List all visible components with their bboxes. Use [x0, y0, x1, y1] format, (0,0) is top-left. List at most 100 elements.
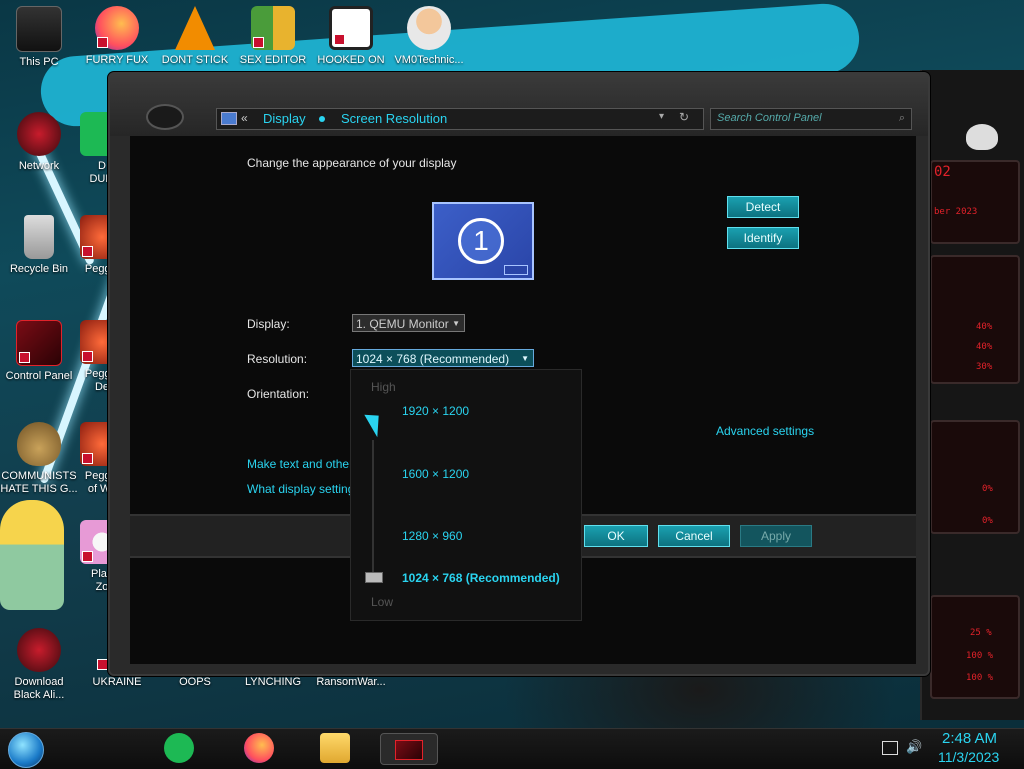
- disk-card: [930, 420, 1020, 534]
- cancel-button[interactable]: Cancel: [658, 525, 730, 547]
- net-stat-3: 100 %: [966, 673, 994, 683]
- desktop-icon-communists[interactable]: COMMUNISTS HATE THIS G...: [0, 422, 78, 496]
- net-stat-1: 25 %: [970, 628, 992, 638]
- desktop-icon-vm0technic[interactable]: VM0Technic...: [390, 6, 468, 67]
- ok-button[interactable]: OK: [584, 525, 648, 547]
- icon-label: Recycle Bin: [9, 263, 69, 275]
- identify-button[interactable]: Identify: [727, 227, 799, 249]
- monitor-dots-icon: [504, 265, 528, 275]
- file-explorer-taskbar-icon[interactable]: [320, 733, 350, 763]
- detect-button[interactable]: Detect: [727, 196, 799, 218]
- doctor-avatar-icon: [407, 6, 451, 50]
- icon-label: Control Panel: [5, 370, 73, 382]
- net-stat-2: 100 %: [966, 651, 994, 661]
- disk-stat-1: 0%: [982, 484, 993, 494]
- cartoon-character-image: [0, 500, 64, 610]
- display-settings-icon: [221, 112, 237, 125]
- desktop-icon-hooked-on[interactable]: HOOKED ON: [312, 6, 390, 67]
- icon-label: OOPS: [179, 676, 211, 688]
- control-panel-icon: [395, 740, 423, 760]
- network-tray-icon[interactable]: [882, 741, 898, 755]
- cpu-card: [930, 255, 1020, 384]
- resolution-dropdown: High 1920 × 1200 1600 × 1200 1280 × 960 …: [350, 369, 582, 621]
- back-chevron-icon[interactable]: «: [241, 111, 248, 125]
- breadcrumb-separator-icon: [319, 116, 325, 122]
- firefox-icon: [95, 6, 139, 50]
- dropdown-high-label: High: [371, 380, 396, 394]
- desktop-icon-network[interactable]: Network: [0, 112, 78, 173]
- maze-icon: [329, 6, 373, 50]
- icon-label: COMMUNISTS HATE THIS G...: [0, 470, 78, 495]
- alien-app-icon: [17, 628, 61, 672]
- date-day: 02: [934, 164, 951, 180]
- page-heading: Change the appearance of your display: [247, 156, 457, 170]
- icon-label: HOOKED ON: [317, 54, 385, 66]
- orientation-label: Orientation:: [247, 387, 310, 401]
- spotify-taskbar-icon[interactable]: [164, 733, 194, 763]
- text-size-link[interactable]: Make text and other: [247, 457, 353, 471]
- display-select[interactable]: 1. QEMU Monitor ▼: [352, 314, 465, 332]
- search-placeholder: Search Control Panel: [717, 112, 822, 124]
- address-dropdown-icon[interactable]: ▾: [659, 111, 664, 122]
- date-month: ber 2023: [934, 207, 978, 217]
- search-input[interactable]: Search Control Panel ⌕: [710, 108, 912, 130]
- alien-logo-icon: [966, 124, 998, 150]
- resolution-option[interactable]: 1280 × 960: [402, 529, 462, 543]
- money-bag-icon: [17, 422, 61, 466]
- dropdown-low-label: Low: [371, 595, 394, 609]
- icon-label: Network: [18, 160, 60, 172]
- recycle-bin-icon: [24, 215, 54, 259]
- desktop-icon-download-black-ali[interactable]: Download Black Ali...: [0, 628, 78, 702]
- icon-label: VM0Technic...: [394, 54, 464, 66]
- start-orb-icon[interactable]: [8, 732, 44, 768]
- display-settings-help-link[interactable]: What display setting: [247, 482, 354, 496]
- icon-label: RansomWar...: [316, 676, 386, 688]
- volume-tray-icon[interactable]: 🔊: [906, 739, 922, 755]
- icon-label: FURRY FUX: [85, 54, 149, 66]
- resolution-slider-thumb[interactable]: [365, 572, 383, 583]
- net-card: [930, 595, 1020, 699]
- icon-label: DONT STICK: [161, 54, 229, 66]
- desktop-icon-dont-stick[interactable]: DONT STICK: [156, 6, 234, 67]
- chevron-down-icon: ▼: [452, 319, 460, 328]
- desktop-icon-control-panel[interactable]: Control Panel: [0, 320, 78, 383]
- breadcrumb-display[interactable]: Display: [263, 111, 306, 126]
- control-panel-taskbar-button[interactable]: [380, 733, 438, 765]
- icon-label: LYNCHING: [244, 676, 302, 688]
- refresh-icon[interactable]: ↻: [679, 110, 689, 124]
- display-label: Display:: [247, 317, 290, 331]
- breadcrumb-screen-resolution[interactable]: Screen Resolution: [341, 111, 447, 126]
- resolution-option[interactable]: 1600 × 1200: [402, 467, 469, 481]
- icon-label: SEX EDITOR: [239, 54, 307, 66]
- cpu-stat-3: 30%: [976, 362, 993, 372]
- icon-label: This PC: [19, 56, 59, 68]
- cpu-stat-2: 40%: [976, 342, 993, 352]
- resolution-option-selected[interactable]: 1024 × 768 (Recommended): [402, 571, 560, 585]
- icon-label: Download Black Ali...: [13, 676, 65, 701]
- desktop-icon-sex-editor[interactable]: SEX EDITOR: [234, 6, 312, 67]
- network-globe-icon: [17, 112, 61, 156]
- clock-time[interactable]: 2:48 AM: [942, 730, 997, 747]
- taskbar: 🔊 2:48 AM 11/3/2023: [0, 728, 1024, 769]
- resolution-select-value: 1024 × 768 (Recommended): [356, 352, 510, 366]
- clock-date[interactable]: 11/3/2023: [938, 749, 999, 765]
- window-titlebar[interactable]: « Display Screen Resolution ▾ ↻ Search C…: [110, 74, 928, 136]
- computer-icon: [16, 6, 62, 52]
- vlc-cone-icon: [175, 6, 215, 50]
- advanced-settings-link[interactable]: Advanced settings: [716, 424, 814, 438]
- address-bar[interactable]: « Display Screen Resolution ▾ ↻: [216, 108, 704, 130]
- control-panel-icon: [16, 320, 62, 366]
- desktop-icon-recycle-bin[interactable]: Recycle Bin: [0, 215, 78, 276]
- resolution-select[interactable]: 1024 × 768 (Recommended) ▼: [352, 349, 534, 367]
- apply-button[interactable]: Apply: [740, 525, 812, 547]
- desktop-icon-this-pc[interactable]: This PC: [0, 6, 78, 69]
- desktop-icon-furry-fux[interactable]: FURRY FUX: [78, 6, 156, 67]
- resolution-slider-track[interactable]: [372, 440, 374, 580]
- search-icon[interactable]: ⌕: [899, 112, 905, 125]
- monitor-preview[interactable]: 1: [432, 202, 534, 280]
- display-select-value: 1. QEMU Monitor: [356, 317, 449, 331]
- resolution-option[interactable]: 1920 × 1200: [402, 404, 469, 418]
- chevron-down-icon: ▼: [521, 354, 529, 363]
- nav-orb-icon[interactable]: [146, 104, 184, 130]
- firefox-taskbar-icon[interactable]: [244, 733, 274, 763]
